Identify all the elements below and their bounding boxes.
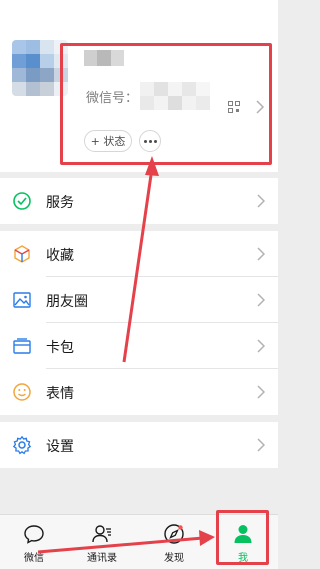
compass-icon (164, 524, 184, 544)
menu-item-favorites[interactable]: 收藏 (0, 231, 278, 277)
menu-item-settings[interactable]: 设置 (0, 422, 278, 468)
tab-label: 我 (238, 553, 248, 564)
menu-item-label: 表情 (46, 386, 74, 402)
chevron-right-icon (257, 194, 265, 208)
more-button[interactable] (139, 130, 161, 152)
wechat-id-label: 微信号： (86, 91, 139, 106)
menu-item-label: 设置 (46, 439, 74, 455)
moments-image-icon (13, 292, 31, 308)
bottom-tab-bar: 微信 通讯录 发现 我 (0, 514, 278, 569)
menu-item-label: 收藏 (46, 248, 74, 264)
chevron-right-icon (257, 293, 265, 307)
nickname-blurred (84, 50, 124, 66)
emoji-face-icon (13, 383, 31, 401)
menu-item-moments[interactable]: 朋友圈 (0, 277, 278, 323)
add-status-button[interactable]: + 状态 (84, 130, 132, 152)
qr-code-icon[interactable] (228, 101, 240, 113)
menu-item-label: 卡包 (46, 340, 74, 356)
chevron-right-icon (257, 385, 265, 399)
tab-label: 发现 (164, 553, 184, 564)
tab-label: 微信 (24, 553, 44, 564)
menu-group-services: 服务 (0, 178, 278, 224)
chevron-right-icon (257, 438, 265, 452)
menu-item-card-wallet[interactable]: 卡包 (0, 323, 278, 369)
chevron-right-icon (257, 247, 265, 261)
chevron-right-icon[interactable] (255, 100, 265, 114)
card-wallet-icon (13, 338, 31, 354)
settings-gear-icon (12, 435, 32, 455)
tab-discover[interactable]: 发现 (146, 515, 202, 569)
wechat-id-blurred (140, 82, 210, 110)
contacts-icon (92, 525, 111, 543)
menu-item-services[interactable]: 服务 (0, 178, 278, 224)
avatar[interactable] (12, 40, 68, 96)
ellipsis-icon (143, 139, 158, 143)
tab-label: 通讯录 (87, 553, 117, 564)
chevron-right-icon (257, 339, 265, 353)
menu-item-label: 朋友圈 (46, 294, 88, 310)
favorites-cube-icon (14, 245, 30, 263)
person-icon (234, 525, 252, 543)
tab-me[interactable]: 我 (215, 515, 271, 569)
tab-contacts[interactable]: 通讯录 (74, 515, 130, 569)
menu-group-main: 收藏 朋友圈 卡包 表情 (0, 231, 278, 415)
wechat-pay-icon (13, 192, 31, 210)
chat-bubble-icon (24, 525, 44, 544)
status-button-label: + 状态 (90, 135, 126, 148)
menu-item-emoji[interactable]: 表情 (0, 369, 278, 415)
profile-header[interactable]: 微信号： + 状态 (0, 0, 278, 172)
menu-item-label: 服务 (46, 195, 74, 211)
tab-chats[interactable]: 微信 (6, 515, 62, 569)
menu-group-settings: 设置 (0, 422, 278, 468)
